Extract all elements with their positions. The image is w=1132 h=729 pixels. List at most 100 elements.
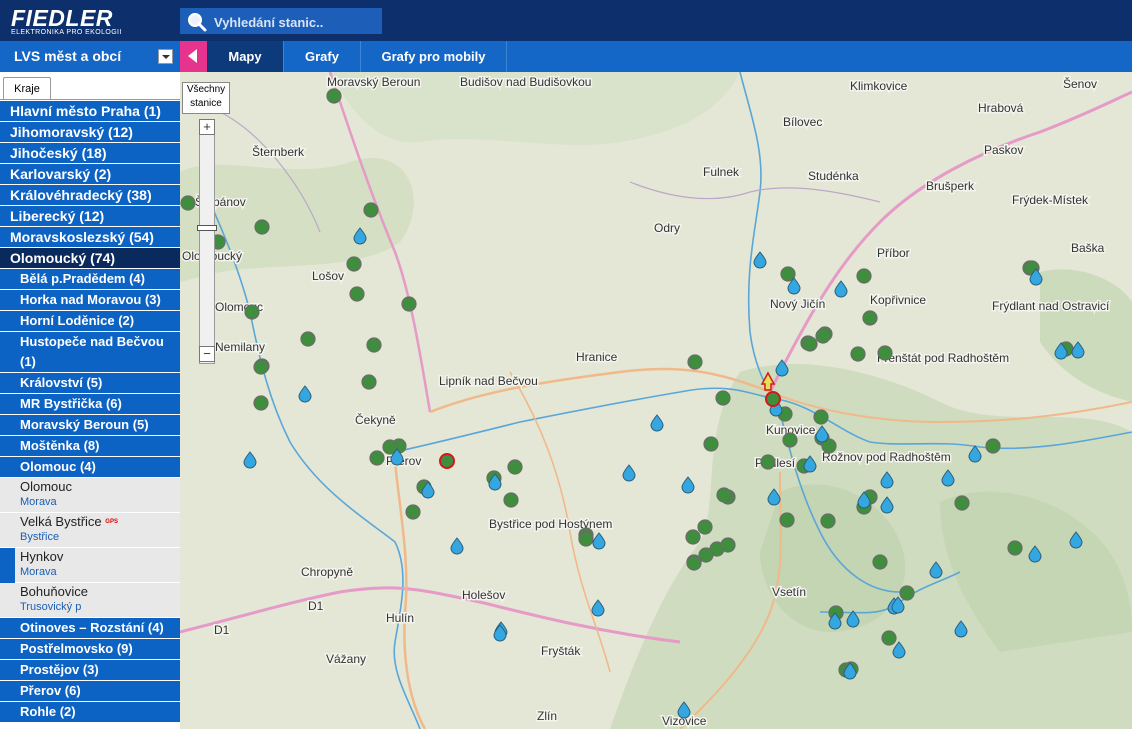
region-item-selected[interactable]: Olomoucký (74)	[0, 248, 180, 269]
region-item[interactable]: Královéhradecký (38)	[0, 185, 180, 206]
station-marker-circle[interactable]	[1007, 540, 1023, 556]
subregion-item[interactable]: Horka nad Moravou (3)	[0, 290, 180, 311]
region-item[interactable]: Hlavní město Praha (1)	[0, 101, 180, 122]
collapse-sidebar-button[interactable]	[180, 41, 207, 72]
station-marker-circle[interactable]	[507, 459, 523, 475]
station-marker-circle[interactable]	[254, 219, 270, 235]
region-item[interactable]: Jihomoravský (12)	[0, 122, 180, 143]
region-item[interactable]: Karlovarský (2)	[0, 164, 180, 185]
station-marker-circle[interactable]	[401, 296, 417, 312]
network-select[interactable]: LVS měst a obcí	[0, 41, 180, 72]
station-marker-circle[interactable]	[244, 304, 260, 320]
station-marker-circle[interactable]	[503, 492, 519, 508]
station-item[interactable]: Olomouc Morava	[0, 478, 180, 513]
station-marker-circle[interactable]	[802, 336, 818, 352]
station-marker-circle[interactable]	[686, 555, 702, 571]
station-marker-circle[interactable]	[872, 554, 888, 570]
station-item-current[interactable]: Hynkov Morava	[0, 548, 180, 583]
map-canvas[interactable]: Moravský Beroun Budišov nad Budišovkou Kli…	[180, 72, 1132, 729]
logo-sub-text: ELEKTRONIKA PRO EKOLOGII	[11, 29, 122, 36]
subregion-item[interactable]: Bělá p.Pradědem (4)	[0, 269, 180, 290]
subregion-item[interactable]: Přerov (6)	[0, 681, 180, 702]
subregion-item[interactable]: Postřelmovsko (9)	[0, 639, 180, 660]
station-river: Trusovický p	[20, 601, 82, 613]
search-icon	[188, 13, 207, 32]
station-marker-circle[interactable]	[578, 531, 594, 547]
subregion-item-open[interactable]: Olomouc (4)	[0, 457, 180, 478]
station-marker-circle[interactable]	[405, 504, 421, 520]
map-view[interactable]: Moravský Beroun Budišov nad Budišovkou Kli…	[180, 72, 1132, 729]
subregion-item[interactable]: Horní Loděnice (2)	[0, 311, 180, 332]
station-marker-circle[interactable]	[813, 409, 829, 425]
station-marker-circle[interactable]	[253, 359, 269, 375]
subregion-item[interactable]: Prostějov (3)	[0, 660, 180, 681]
station-marker-circle[interactable]	[361, 374, 377, 390]
station-marker-circle[interactable]	[703, 436, 719, 452]
station-marker-circle[interactable]	[369, 450, 385, 466]
zoom-out-button[interactable]: −	[199, 346, 215, 362]
station-marker-circle[interactable]	[815, 328, 831, 344]
station-marker-circle[interactable]	[366, 337, 382, 353]
station-marker-circle[interactable]	[716, 487, 732, 503]
station-marker-circle[interactable]	[862, 310, 878, 326]
station-marker-circle[interactable]	[856, 268, 872, 284]
station-marker-circle[interactable]	[985, 438, 1001, 454]
station-marker-circle[interactable]	[715, 390, 731, 406]
map-place-label: Nemilany	[215, 340, 265, 354]
map-place-label: Šenov	[1063, 76, 1097, 91]
tab-kraje[interactable]: Kraje	[3, 77, 51, 100]
station-marker-circle[interactable]	[685, 529, 701, 545]
zoom-in-button[interactable]: +	[199, 119, 215, 135]
station-search[interactable]	[180, 8, 382, 34]
station-marker-circle[interactable]	[687, 354, 703, 370]
station-river: Bystřice	[20, 531, 60, 543]
station-name: Bohuňovice	[20, 584, 88, 599]
fiedler-logo[interactable]: FIEDLER ELEKTRONIKA PRO EKOLOGII	[11, 7, 141, 37]
station-marker-circle[interactable]	[782, 432, 798, 448]
search-input[interactable]	[212, 11, 381, 33]
station-marker-circle[interactable]	[720, 537, 736, 553]
station-marker-alert[interactable]	[765, 391, 781, 407]
subregion-item[interactable]: Rohle (2)	[0, 702, 180, 723]
map-place-label: Hulín	[386, 611, 414, 625]
zoom-slider-handle[interactable]	[197, 225, 217, 231]
station-marker-circle[interactable]	[363, 202, 379, 218]
map-place-label: Lipník nad Bečvou	[439, 374, 538, 388]
station-marker-circle[interactable]	[253, 395, 269, 411]
station-marker-circle[interactable]	[760, 454, 776, 470]
subregion-item[interactable]: MR Bystřička (6)	[0, 394, 180, 415]
subregion-item[interactable]: Moravský Beroun (5)	[0, 415, 180, 436]
tab-mapy[interactable]: Mapy	[207, 41, 284, 72]
zoom-slider[interactable]	[199, 119, 215, 364]
station-marker-circle[interactable]	[349, 286, 365, 302]
station-item[interactable]: Bohuňovice Trusovický p	[0, 583, 180, 618]
subregion-item[interactable]: Otinoves – Rozstání (4)	[0, 618, 180, 639]
region-item[interactable]: Moravskoslezský (54)	[0, 227, 180, 248]
station-marker-circle[interactable]	[877, 345, 893, 361]
station-marker-circle[interactable]	[346, 256, 362, 272]
station-marker-circle[interactable]	[300, 331, 316, 347]
station-marker-circle[interactable]	[899, 585, 915, 601]
station-marker-circle[interactable]	[881, 630, 897, 646]
region-item[interactable]: Liberecký (12)	[0, 206, 180, 227]
tab-grafy-pro-mobily[interactable]: Grafy pro mobily	[361, 41, 507, 72]
station-marker-circle[interactable]	[850, 346, 866, 362]
chevron-down-icon[interactable]	[158, 49, 173, 64]
region-item[interactable]: Jihočeský (18)	[0, 143, 180, 164]
subregion-item[interactable]: Hustopeče nad Bečvou (1)	[0, 332, 180, 373]
all-stations-button[interactable]: Všechny stanice	[182, 82, 230, 114]
station-marker-circle[interactable]	[820, 513, 836, 529]
subregion-item[interactable]: Království (5)	[0, 373, 180, 394]
station-marker-circle[interactable]	[779, 512, 795, 528]
station-marker-circle[interactable]	[697, 519, 713, 535]
station-marker-circle[interactable]	[954, 495, 970, 511]
map-place-label: Nový Jičín	[770, 297, 825, 311]
station-item[interactable]: Velká Bystřice GPS Bystřice	[0, 513, 180, 548]
tab-grafy[interactable]: Grafy	[284, 41, 361, 72]
station-marker-circle[interactable]	[326, 88, 342, 104]
map-place-label: Holešov	[462, 588, 505, 602]
station-marker-alert[interactable]	[439, 453, 455, 469]
subregion-item[interactable]: Moštěnka (8)	[0, 436, 180, 457]
station-river: Morava	[20, 496, 57, 508]
station-marker-circle[interactable]	[180, 195, 196, 211]
